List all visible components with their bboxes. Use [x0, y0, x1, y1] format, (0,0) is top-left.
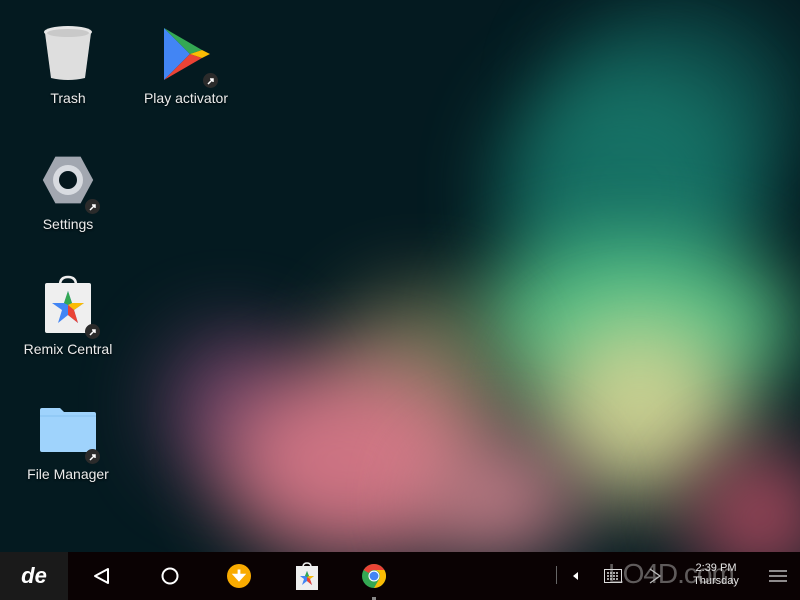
remix-central-icon — [296, 562, 318, 590]
tray-collapse-button[interactable] — [564, 564, 588, 588]
trash-icon — [38, 24, 98, 84]
clock-day: Thursday — [693, 575, 739, 587]
clock[interactable]: 2:39 PM Thursday — [688, 562, 744, 588]
taskbar-app-downloader[interactable] — [227, 564, 251, 588]
home-button[interactable] — [158, 564, 182, 588]
tray-separator — [556, 566, 557, 584]
taskbar: de LO4D.com 2:39 PM Thursday — [0, 552, 800, 600]
play-icon — [649, 568, 662, 584]
remix-os-logo-icon: de — [21, 563, 47, 588]
start-menu-button[interactable]: de — [0, 552, 68, 600]
chrome-icon — [362, 563, 386, 589]
shortcut-arrow-icon — [85, 449, 100, 464]
shortcut-arrow-icon — [85, 199, 100, 214]
hamburger-icon — [769, 570, 787, 582]
back-icon — [94, 568, 109, 584]
desktop-icon-remix-central[interactable]: Remix Central — [8, 275, 128, 357]
desktop-icon-label: Settings — [42, 216, 94, 232]
keyboard-button[interactable] — [601, 564, 625, 588]
desktop-icon-file-manager[interactable]: File Manager — [8, 400, 128, 482]
media-button[interactable] — [643, 564, 667, 588]
desktop-icon-label: Play activator — [143, 90, 229, 106]
downloader-icon — [227, 564, 251, 588]
desktop-icon-play-activator[interactable]: Play activator — [126, 24, 246, 106]
desktop-icon-label: File Manager — [27, 466, 109, 482]
settings-icon — [38, 150, 100, 214]
home-icon — [161, 567, 179, 585]
desktop-icon-label: Remix Central — [23, 341, 113, 357]
desktop-icon-trash[interactable]: Trash — [8, 24, 128, 106]
shortcut-arrow-icon — [203, 73, 218, 88]
keyboard-icon — [604, 569, 622, 583]
play-store-icon — [156, 24, 218, 88]
desktop-icon-settings[interactable]: Settings — [8, 150, 128, 232]
remix-central-icon — [38, 275, 100, 339]
folder-icon — [38, 400, 100, 464]
shortcut-arrow-icon — [85, 324, 100, 339]
notifications-menu-button[interactable] — [766, 564, 790, 588]
taskbar-app-remix-central[interactable] — [295, 562, 319, 590]
taskbar-app-chrome[interactable] — [362, 563, 386, 589]
back-button[interactable] — [90, 564, 114, 588]
triangle-left-icon — [573, 572, 578, 580]
desktop-icon-label: Trash — [50, 90, 86, 106]
clock-time: 2:39 PM — [695, 562, 737, 574]
